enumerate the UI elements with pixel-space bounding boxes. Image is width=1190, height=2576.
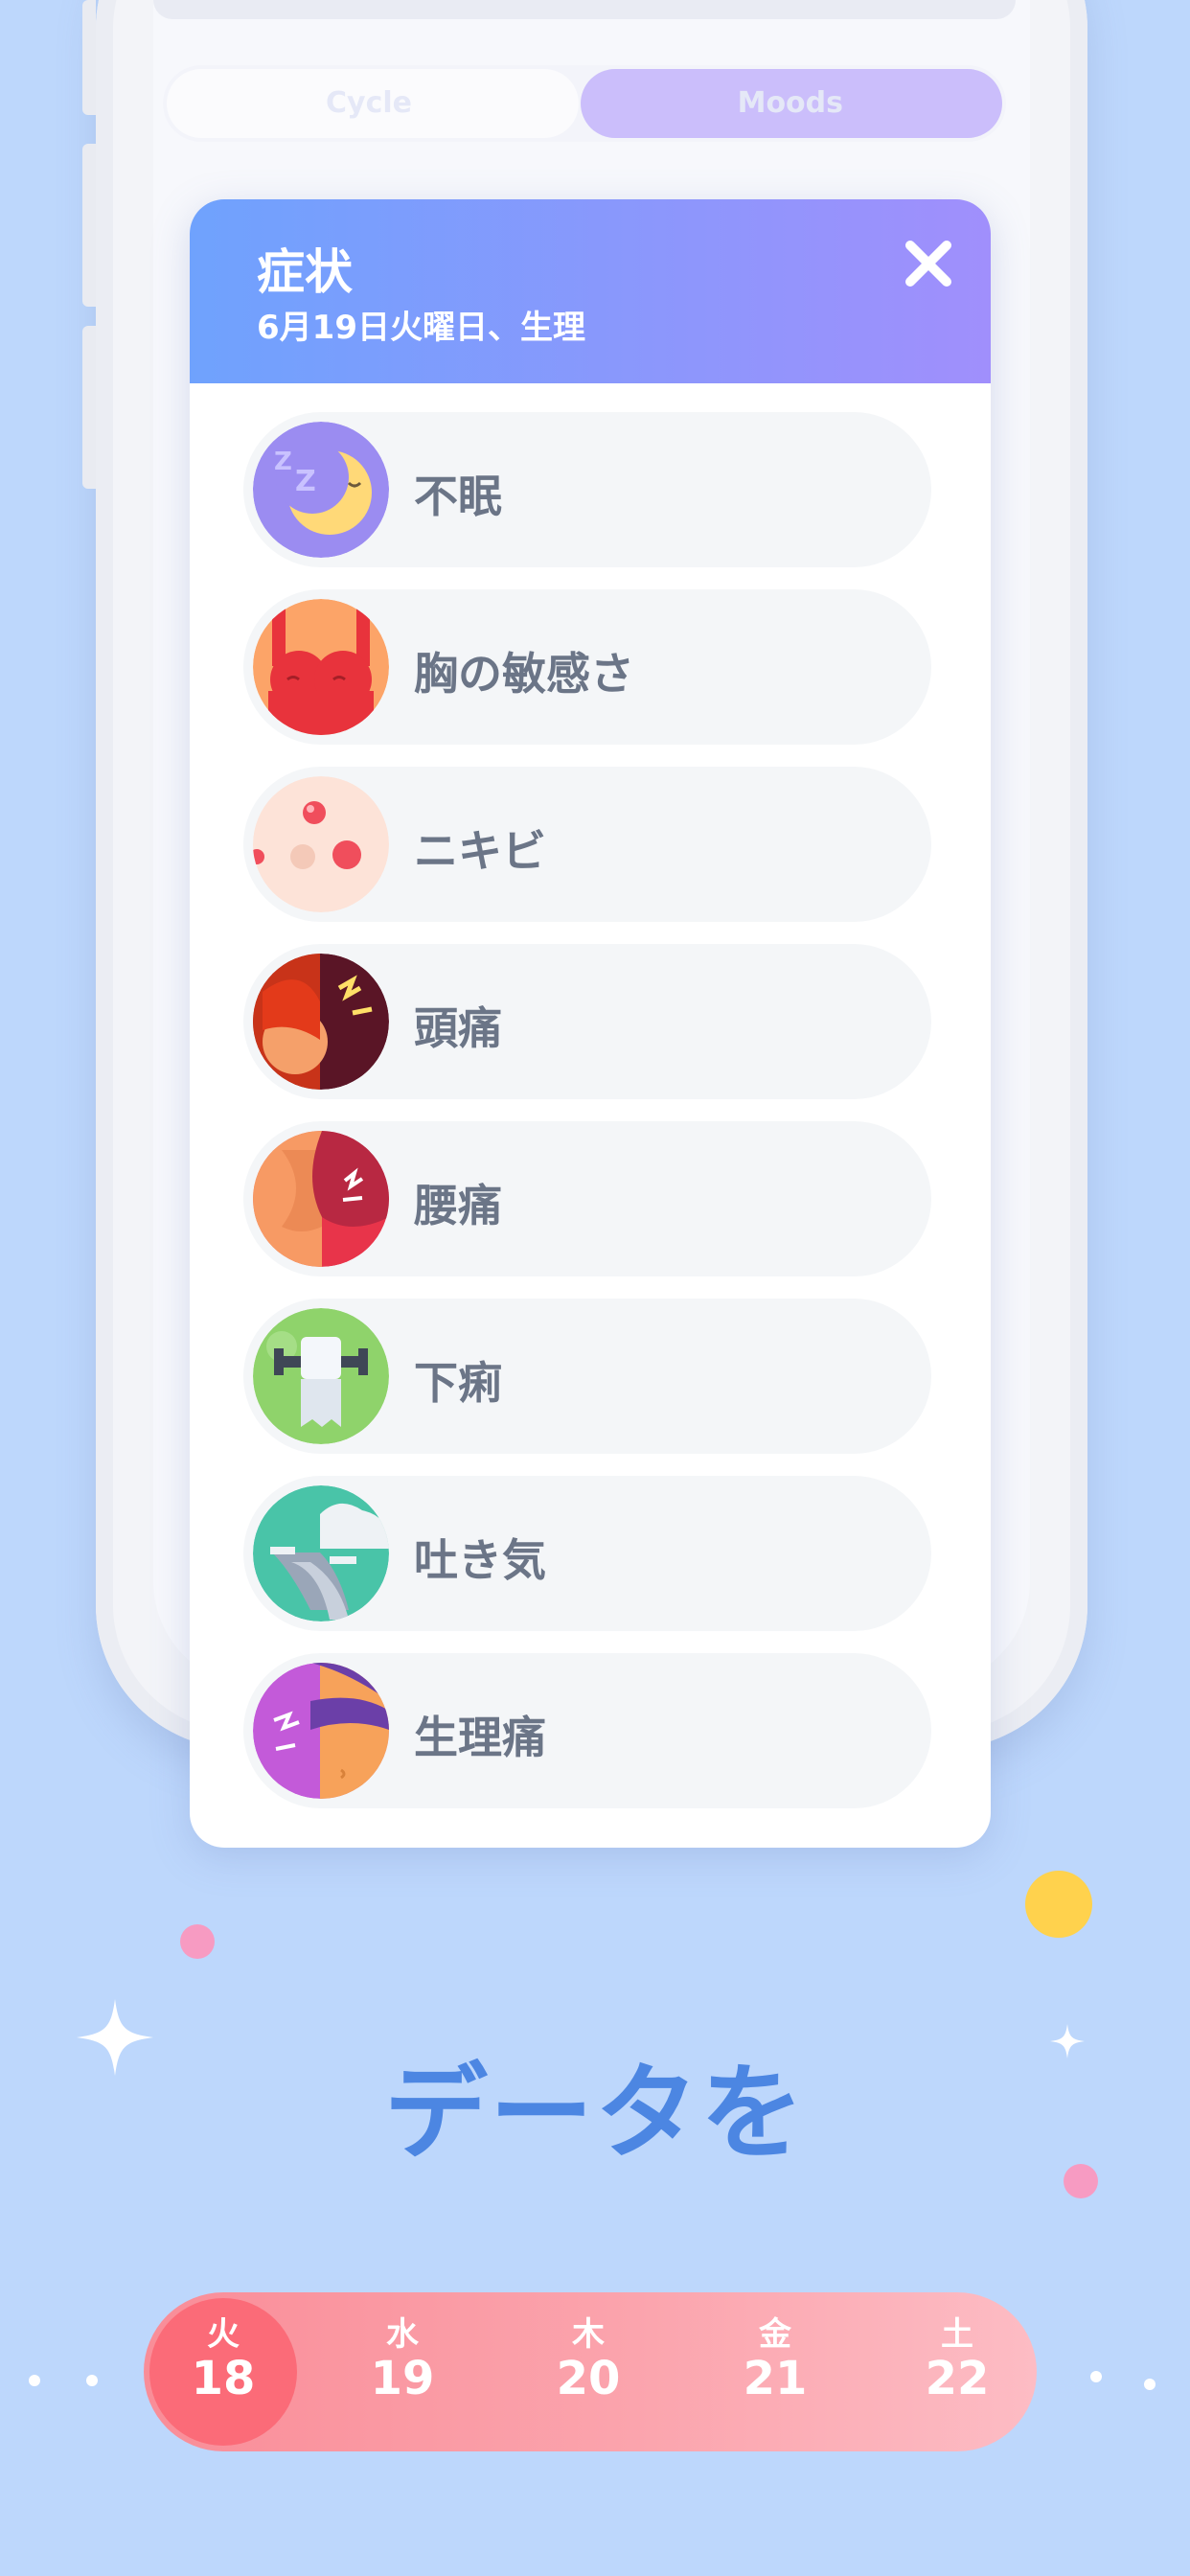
symptom-item-diarrhea[interactable]: 下痢	[243, 1299, 931, 1454]
symptom-label: 頭痛	[414, 1002, 502, 1054]
symptom-item-period-cramps[interactable]: 生理痛	[243, 1653, 931, 1808]
symptom-label: 不眠	[414, 471, 502, 522]
calendar-day[interactable]: 土 22	[878, 2292, 1037, 2451]
symptom-item-nausea[interactable]: 吐き気	[243, 1476, 931, 1631]
background-card-edge	[153, 0, 1016, 19]
calendar-day-selected[interactable]: 火 18	[149, 2298, 297, 2446]
nausea-icon	[253, 1485, 389, 1622]
calendar-date: 18	[191, 2352, 256, 2405]
segmented-control: Cycle Moods	[163, 65, 1006, 142]
segment-moods-label: Moods	[737, 86, 843, 120]
symptom-label: 生理痛	[414, 1712, 546, 1763]
calendar-date: 20	[556, 2352, 621, 2405]
calendar-weekday: 火	[207, 2315, 240, 2354]
calendar-weekday: 土	[941, 2315, 973, 2354]
decorative-yellow-dot	[1025, 1871, 1092, 1938]
decorative-white-dot	[1144, 2379, 1156, 2390]
calendar-day[interactable]: 木 20	[509, 2292, 668, 2451]
symptom-item-acne[interactable]: ニキビ	[243, 767, 931, 922]
svg-text:Z: Z	[295, 465, 316, 498]
phone-side-button	[82, 144, 96, 307]
symptom-item-breast-tenderness[interactable]: 胸の敏感さ	[243, 589, 931, 745]
close-icon[interactable]	[895, 230, 962, 297]
toilet-paper-icon	[253, 1308, 389, 1444]
modal-subtitle: 6月19日火曜日、生理	[257, 309, 585, 347]
calendar-weekday: 金	[759, 2315, 791, 2354]
phone-side-button	[82, 0, 96, 115]
calendar-day[interactable]: 水 19	[323, 2292, 482, 2451]
symptom-label: ニキビ	[414, 825, 546, 877]
calendar-day[interactable]: 金 21	[696, 2292, 855, 2451]
modal-title: 症状	[257, 244, 353, 300]
symptom-item-insomnia[interactable]: Z Z 不眠	[243, 412, 931, 567]
calendar-strip: 火 18 水 19 木 20 金 21 土 22	[144, 2292, 1037, 2451]
back-pain-icon	[253, 1131, 389, 1267]
calendar-date: 22	[925, 2352, 990, 2405]
calendar-date: 19	[370, 2352, 435, 2405]
calendar-weekday: 木	[572, 2315, 605, 2354]
decorative-white-dot	[1090, 2371, 1102, 2382]
symptom-label: 吐き気	[414, 1534, 546, 1586]
symptom-label: 下痢	[414, 1357, 502, 1409]
phone-side-button	[82, 326, 96, 489]
symptom-item-headache[interactable]: 頭痛	[243, 944, 931, 1099]
symptom-label: 腰痛	[414, 1180, 502, 1231]
period-cramps-icon	[253, 1663, 389, 1799]
segment-cycle-label: Cycle	[326, 86, 412, 120]
decorative-white-dot	[86, 2375, 98, 2386]
acne-icon	[253, 776, 389, 912]
calendar-weekday: 水	[386, 2315, 419, 2354]
symptom-item-back-pain[interactable]: 腰痛	[243, 1121, 931, 1276]
modal-header: 症状 6月19日火曜日、生理	[190, 199, 991, 383]
calendar-date: 21	[743, 2352, 808, 2405]
symptom-label: 胸の敏感さ	[414, 648, 634, 700]
symptom-list: Z Z 不眠 胸の敏感さ ニキビ 頭痛 腰痛 下痢 吐き気 生理痛	[243, 412, 931, 1830]
symptoms-modal: 症状 6月19日火曜日、生理 Z Z 不眠 胸の敏感さ ニキビ 頭痛 腰痛 下痢…	[190, 199, 991, 1848]
sleeping-moon-icon: Z Z	[253, 422, 389, 558]
headache-icon	[253, 954, 389, 1090]
decorative-white-dot	[29, 2375, 40, 2386]
decorative-pink-dot	[180, 1924, 215, 1959]
breast-tenderness-icon	[253, 599, 389, 735]
svg-text:Z: Z	[274, 448, 292, 476]
headline: データを	[383, 2054, 806, 2174]
